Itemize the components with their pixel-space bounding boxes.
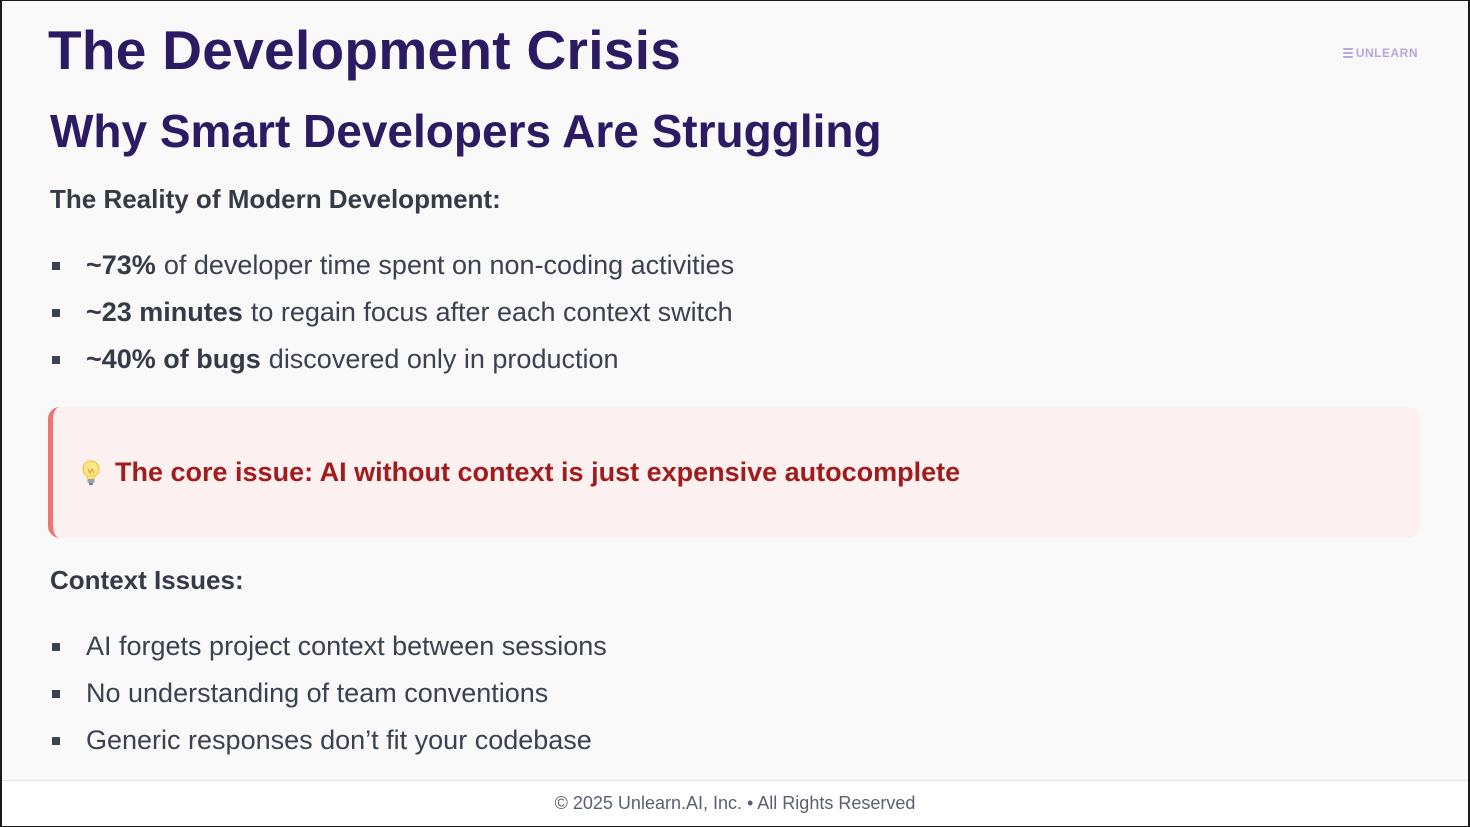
list-item: ~73% of developer time spent on non-codi… xyxy=(50,242,734,289)
logo-mark-icon xyxy=(1342,48,1353,58)
list-item: Generic responses don’t fit your codebas… xyxy=(50,717,607,764)
lightbulb-icon xyxy=(81,458,101,488)
callout-text: The core issue: AI without context is ju… xyxy=(115,457,961,487)
list-item-text: Generic responses don’t fit your codebas… xyxy=(86,725,592,755)
list-item-text: of developer time spent on non-coding ac… xyxy=(163,250,735,280)
core-issue-callout: The core issue: AI without context is ju… xyxy=(48,407,1420,538)
context-heading: Context Issues: xyxy=(50,565,244,595)
stat-highlight: ~23 minutes xyxy=(86,297,243,327)
logo-text: UNLEARN xyxy=(1355,46,1418,60)
slide-subtitle: Why Smart Developers Are Struggling xyxy=(50,105,882,157)
list-item: AI forgets project context between sessi… xyxy=(50,623,607,670)
bullet-square-icon xyxy=(52,355,60,364)
bullet-square-icon xyxy=(52,308,60,317)
list-item: ~23 minutes to regain focus after each c… xyxy=(50,289,734,336)
stat-highlight: ~40% of bugs xyxy=(86,344,261,374)
bullet-square-icon xyxy=(52,689,60,698)
list-item-text: discovered only in production xyxy=(268,344,619,374)
slide-title: The Development Crisis xyxy=(48,19,682,81)
stat-highlight: ~73% xyxy=(86,250,156,280)
bullet-square-icon xyxy=(52,642,60,651)
copyright-text: © 2025 Unlearn.AI, Inc. • All Rights Res… xyxy=(554,793,916,813)
list-item-text: AI forgets project context between sessi… xyxy=(86,631,607,661)
slide-footer: © 2025 Unlearn.AI, Inc. • All Rights Res… xyxy=(2,780,1468,826)
reality-heading: The Reality of Modern Development: xyxy=(50,184,501,214)
list-item: ~40% of bugs discovered only in producti… xyxy=(50,336,734,383)
unlearn-logo: UNLEARN xyxy=(1342,46,1418,60)
list-item: No understanding of team conventions xyxy=(50,670,607,717)
bullet-square-icon xyxy=(52,261,60,270)
bullet-square-icon xyxy=(52,736,60,745)
list-item-text: No understanding of team conventions xyxy=(86,678,549,708)
reality-list: ~73% of developer time spent on non-codi… xyxy=(50,242,734,383)
slide: The Development Crisis UNLEARN Why Smart… xyxy=(2,1,1468,826)
list-item-text: to regain focus after each context switc… xyxy=(250,297,733,327)
context-list: AI forgets project context between sessi… xyxy=(50,623,607,764)
